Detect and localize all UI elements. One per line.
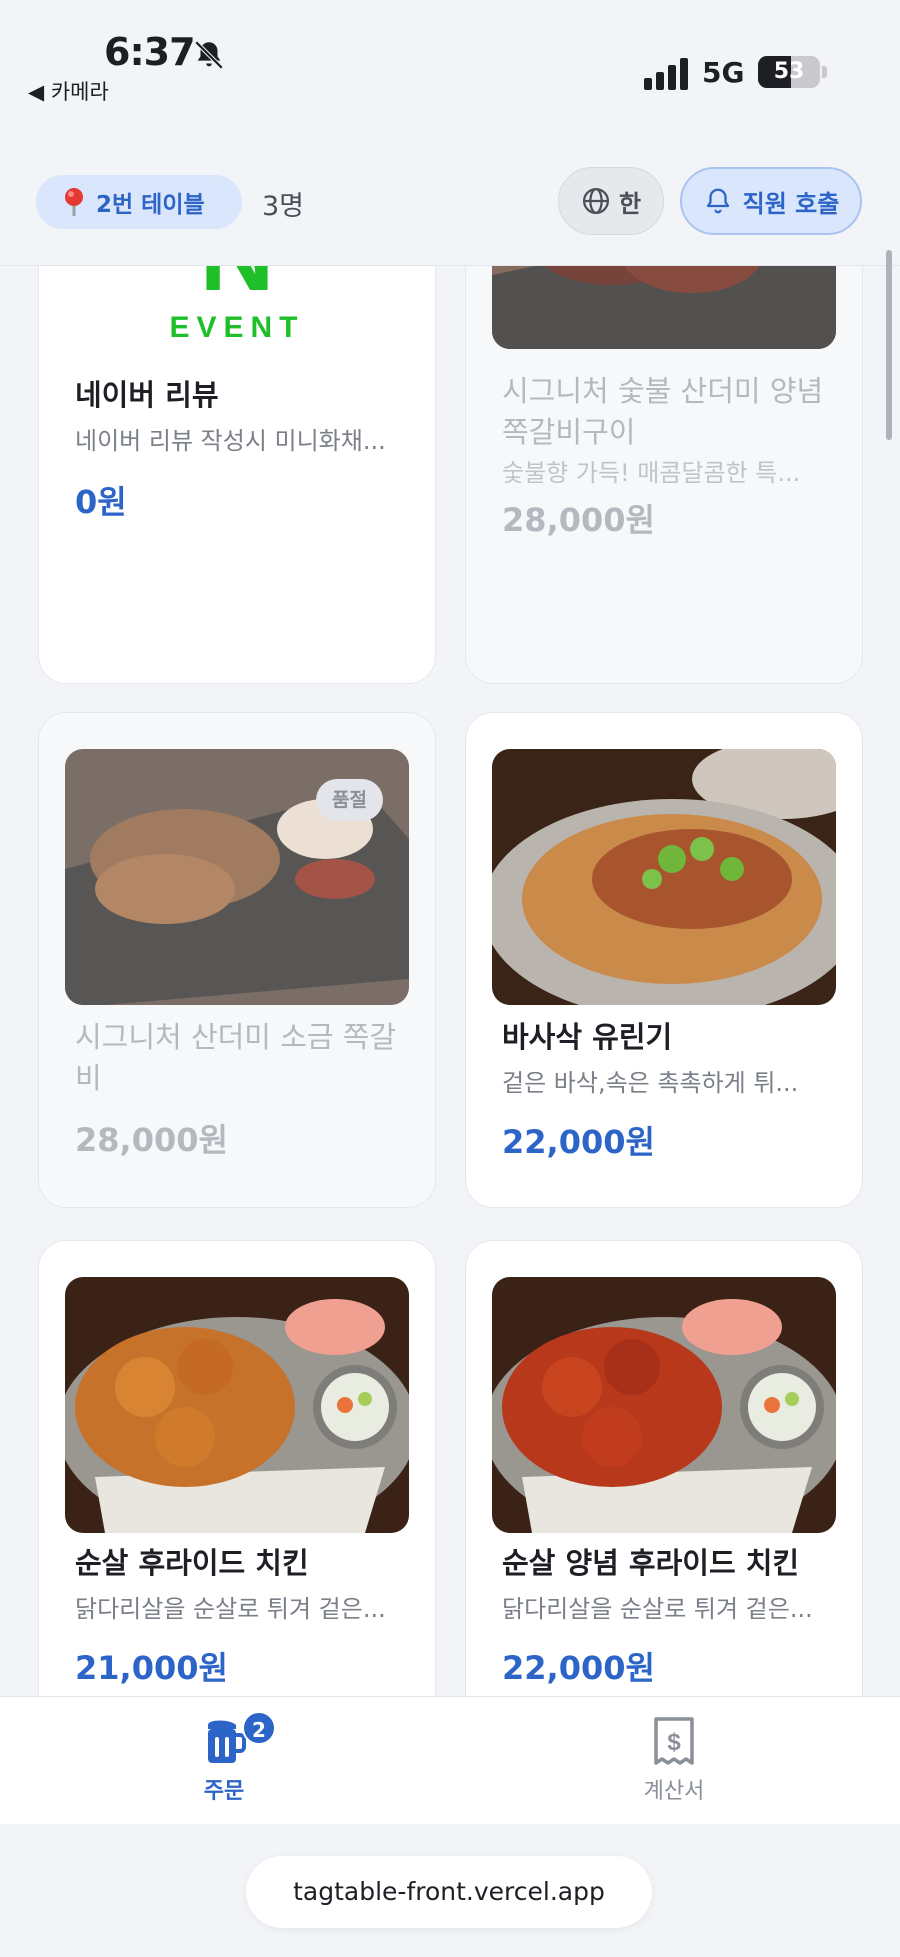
menu-image: 품절	[65, 749, 409, 1005]
menu-name: 바사삭 유린기	[502, 1020, 673, 1054]
menu-image	[492, 266, 836, 349]
globe-icon	[582, 188, 609, 214]
menu-image	[492, 1277, 836, 1533]
menu-name: 순살 후라이드 치킨	[75, 1546, 309, 1580]
menu-card[interactable]: 순살 양념 후라이드 치킨 닭다리살을 순살로 튀겨 겉은... 22,000원	[465, 1240, 863, 1696]
receipt-icon: $	[654, 1717, 694, 1765]
menu-card[interactable]: 바사삭 유린기 겉은 바삭,속은 촉촉하게 튀... 22,000원	[465, 712, 863, 1208]
menu-image: N EVENT	[65, 266, 409, 349]
language-label: 한	[618, 189, 642, 218]
menu-price: 22,000원	[502, 1123, 655, 1161]
call-staff-button[interactable]: 직원 호출	[680, 167, 862, 235]
network-type: 5G	[702, 56, 745, 89]
beer-mug-icon	[208, 1720, 246, 1763]
menu-price: 28,000원	[75, 1121, 228, 1159]
battery-icon: 53	[758, 56, 820, 88]
url-bar[interactable]: tagtable-front.vercel.app	[246, 1856, 652, 1928]
menu-image	[65, 1277, 409, 1533]
bell-icon	[706, 188, 729, 214]
menu-description: 닭다리살을 순살로 튀겨 겉은...	[502, 1595, 813, 1623]
order-count-badge: 2	[242, 1711, 276, 1745]
tab-order[interactable]: 2 주문	[134, 1711, 314, 1815]
people-count: 3명	[262, 191, 305, 222]
bottom-tab-bar: 2 주문 $ 계산서	[0, 1696, 900, 1824]
location-pin-icon	[65, 188, 83, 216]
menu-card[interactable]: 시그니처 숯불 산더미 양념 쪽갈비구이 숯불향 가득! 매콤달콤한 특... …	[465, 266, 863, 684]
event-logo-text: EVENT	[169, 311, 304, 344]
menu-description: 숯불향 가득! 매콤달콤한 특...	[502, 459, 801, 487]
menu-image	[492, 749, 836, 1005]
menu-name: 시그니처 숯불 산더미 양념 쪽갈비구이	[502, 374, 824, 449]
call-staff-label: 직원 호출	[742, 189, 840, 218]
sold-out-badge: 품절	[316, 779, 383, 821]
battery-cap	[822, 66, 827, 78]
table-number: 2번 테이블	[96, 192, 205, 218]
tab-order-label: 주문	[203, 1779, 245, 1804]
tab-bill[interactable]: $ 계산서	[584, 1715, 764, 1815]
scrollbar-thumb[interactable]	[886, 250, 892, 440]
top-header: 2번 테이블 3명 한 직원 호출	[0, 120, 900, 266]
language-button[interactable]: 한	[558, 167, 664, 235]
menu-card[interactable]: 순살 후라이드 치킨 닭다리살을 순살로 튀겨 겉은... 21,000원	[38, 1240, 436, 1696]
event-logo-letter: N	[199, 266, 274, 313]
svg-text:$: $	[667, 1729, 681, 1756]
battery-level: 53	[773, 59, 805, 84]
status-bar: 6:37 ◀ 카메라 5G 53	[0, 0, 900, 120]
menu-description: 닭다리살을 순살로 튀겨 겉은...	[75, 1595, 386, 1623]
back-to-camera-link[interactable]: ◀ 카메라	[28, 76, 109, 106]
signal-icon	[644, 58, 688, 90]
status-time: 6:37	[104, 30, 196, 74]
table-chip: 2번 테이블	[36, 175, 242, 229]
menu-grid: N EVENT 네이버 리뷰 네이버 리뷰 작성시 미니화채... 0원 시그니…	[0, 266, 900, 1696]
menu-card[interactable]: N EVENT 네이버 리뷰 네이버 리뷰 작성시 미니화채... 0원	[38, 266, 436, 684]
menu-description: 겉은 바삭,속은 촉촉하게 튀...	[502, 1069, 799, 1097]
browser-bar: tagtable-front.vercel.app	[0, 1824, 900, 1957]
menu-card[interactable]: 품절 시그니처 산더미 소금 쪽갈비 28,000원	[38, 712, 436, 1208]
menu-price: 0원	[75, 483, 127, 521]
menu-name: 순살 양념 후라이드 치킨	[502, 1546, 800, 1580]
menu-price: 22,000원	[502, 1649, 655, 1687]
tab-bill-label: 계산서	[643, 1779, 705, 1804]
menu-description: 네이버 리뷰 작성시 미니화채...	[75, 427, 386, 455]
menu-name: 시그니처 산더미 소금 쪽갈비	[75, 1020, 397, 1095]
bell-off-icon	[194, 40, 224, 70]
menu-price: 28,000원	[502, 501, 655, 539]
menu-name: 네이버 리뷰	[75, 378, 219, 412]
menu-price: 21,000원	[75, 1649, 228, 1687]
